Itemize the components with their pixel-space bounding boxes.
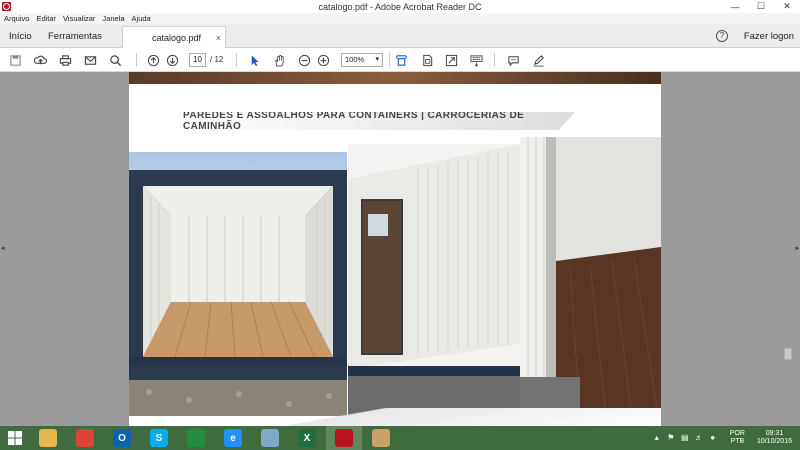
notes-icon [261, 429, 279, 447]
taskbar-chrome-button[interactable] [67, 426, 103, 450]
outlook-icon: O [113, 429, 131, 447]
save-icon[interactable] [8, 53, 22, 67]
toolbar-separator [136, 53, 137, 67]
language-indicator[interactable]: POR PTB [730, 430, 745, 446]
taskbar: O Se X ▴ ⚑ ▤ ♬ ● POR PTB 09:31 10/10/2016 [0, 426, 800, 450]
mail-icon[interactable] [83, 53, 97, 67]
scrollbar-thumb[interactable] [784, 348, 792, 360]
select-cursor-icon[interactable] [247, 53, 261, 67]
hand-icon[interactable] [272, 53, 286, 67]
upload-icon[interactable] [33, 53, 47, 67]
language-bottom: PTB [730, 438, 745, 445]
fit-page-icon[interactable] [394, 53, 408, 67]
network-icon[interactable]: ▤ [680, 433, 690, 443]
zoom-select[interactable]: 100% ▾ [341, 53, 383, 67]
section-heading: PAREDES E ASSOALHOS PARA CONTAINERS | CA… [183, 110, 525, 132]
acrobat-app-icon[interactable] [2, 2, 11, 11]
menu-bar: Arquivo Editar Visualizar Janela Ajuda [0, 13, 800, 24]
document-tab-label: catalogo.pdf [152, 32, 202, 43]
toolbar-separator [494, 53, 495, 67]
window-title: catalogo.pdf - Adobe Acrobat Reader DC [318, 1, 482, 12]
taskbar-file-explorer-button[interactable] [30, 426, 66, 450]
skype-icon: S [150, 429, 168, 447]
page-number-input[interactable]: 10 [189, 53, 206, 67]
wood-floor-photo [520, 137, 661, 416]
top-photo-strip [129, 72, 661, 84]
tab-tools[interactable]: Ferramentas [48, 31, 102, 42]
volume-icon[interactable]: ♬ [694, 433, 704, 443]
paint-icon [372, 429, 390, 447]
taskbar-sheets-button[interactable] [178, 426, 214, 450]
antivirus-icon[interactable]: ● [708, 433, 718, 443]
acrobat-icon [335, 429, 353, 447]
clock-time: 09:31 [765, 430, 784, 437]
title-bar: catalogo.pdf - Adobe Acrobat Reader DC —… [0, 0, 800, 13]
start-button[interactable] [0, 426, 30, 450]
pdf-page: PAREDES E ASSOALHOS PARA CONTAINERS | CA… [129, 72, 661, 426]
close-tab-icon[interactable]: × [216, 33, 221, 43]
excel-icon: X [298, 429, 316, 447]
menu-edit[interactable]: Editar [36, 14, 56, 23]
help-icon[interactable]: ? [716, 30, 728, 42]
truck-body-door-photo [348, 144, 520, 416]
system-tray: ▴ ⚑ ▤ ♬ ● POR PTB 09:31 10/10/2016 [652, 426, 800, 450]
section-banner: PAREDES E ASSOALHOS PARA CONTAINERS | CA… [169, 112, 575, 130]
zoom-out-icon[interactable] [297, 53, 311, 67]
taskbar-acrobat-button[interactable] [326, 426, 362, 450]
taskbar-paint-button[interactable] [363, 426, 399, 450]
print-icon[interactable] [58, 53, 72, 67]
menu-view[interactable]: Visualizar [63, 14, 95, 23]
menu-window[interactable]: Janela [102, 14, 124, 23]
sheets-icon [187, 429, 205, 447]
tray-icons: ▴ ⚑ ▤ ♬ ● [652, 433, 722, 443]
search-icon[interactable] [108, 53, 122, 67]
chevron-down-icon: ▾ [375, 56, 379, 63]
taskbar-excel-button[interactable]: X [289, 426, 325, 450]
page-bottom-strip [129, 408, 661, 426]
language-top: POR [729, 430, 745, 437]
internet-explorer-icon: e [224, 429, 242, 447]
right-pane-toggle-icon[interactable]: ▸ [795, 244, 799, 252]
tab-document[interactable]: catalogo.pdf × [122, 26, 226, 48]
toolbar-separator [236, 53, 237, 67]
clock-date: 10/10/2016 [756, 438, 792, 445]
document-viewport[interactable]: ◂ ▸ PAREDES E ASSOALHOS PARA CONTAINERS … [0, 72, 800, 426]
sign-icon[interactable] [531, 53, 545, 67]
taskbar-notes-button[interactable] [252, 426, 288, 450]
page-total: / 12 [210, 55, 224, 64]
taskbar-internet-explorer-button[interactable]: e [215, 426, 251, 450]
fullscreen-icon[interactable] [444, 53, 458, 67]
taskbar-skype-button[interactable]: S [141, 426, 177, 450]
tab-home[interactable]: Início [9, 31, 32, 42]
clock[interactable]: 09:31 10/10/2016 [757, 430, 792, 446]
taskbar-apps: O Se X [30, 426, 400, 450]
left-pane-toggle-icon[interactable]: ◂ [1, 244, 5, 252]
menu-help[interactable]: Ajuda [132, 14, 151, 23]
maximize-button[interactable]: ☐ [748, 0, 774, 13]
file-explorer-icon [39, 429, 57, 447]
zoom-in-icon[interactable] [316, 53, 330, 67]
login-link[interactable]: Fazer logon [744, 31, 794, 42]
windows-logo-icon [8, 431, 22, 445]
menu-file[interactable]: Arquivo [4, 14, 29, 23]
toolbar-separator [389, 53, 390, 67]
minimize-button[interactable]: — [722, 0, 748, 13]
flag-icon[interactable]: ⚑ [666, 433, 676, 443]
chrome-icon [76, 429, 94, 447]
keyboard-icon[interactable] [469, 53, 483, 67]
window-controls: — ☐ ✕ [722, 0, 800, 13]
scroll-mode-icon[interactable] [420, 53, 434, 67]
comment-icon[interactable] [506, 53, 520, 67]
taskbar-outlook-button[interactable]: O [104, 426, 140, 450]
close-button[interactable]: ✕ [774, 0, 800, 13]
toolbar: 10 / 12 100% ▾ [0, 48, 800, 72]
page-up-icon[interactable] [146, 53, 160, 67]
zoom-value: 100% [345, 55, 365, 64]
tray-expand-icon[interactable]: ▴ [652, 433, 662, 443]
container-interior-photo [129, 152, 347, 416]
page-down-icon[interactable] [165, 53, 179, 67]
tab-bar: Início Ferramentas catalogo.pdf × ? Faze… [0, 24, 800, 48]
